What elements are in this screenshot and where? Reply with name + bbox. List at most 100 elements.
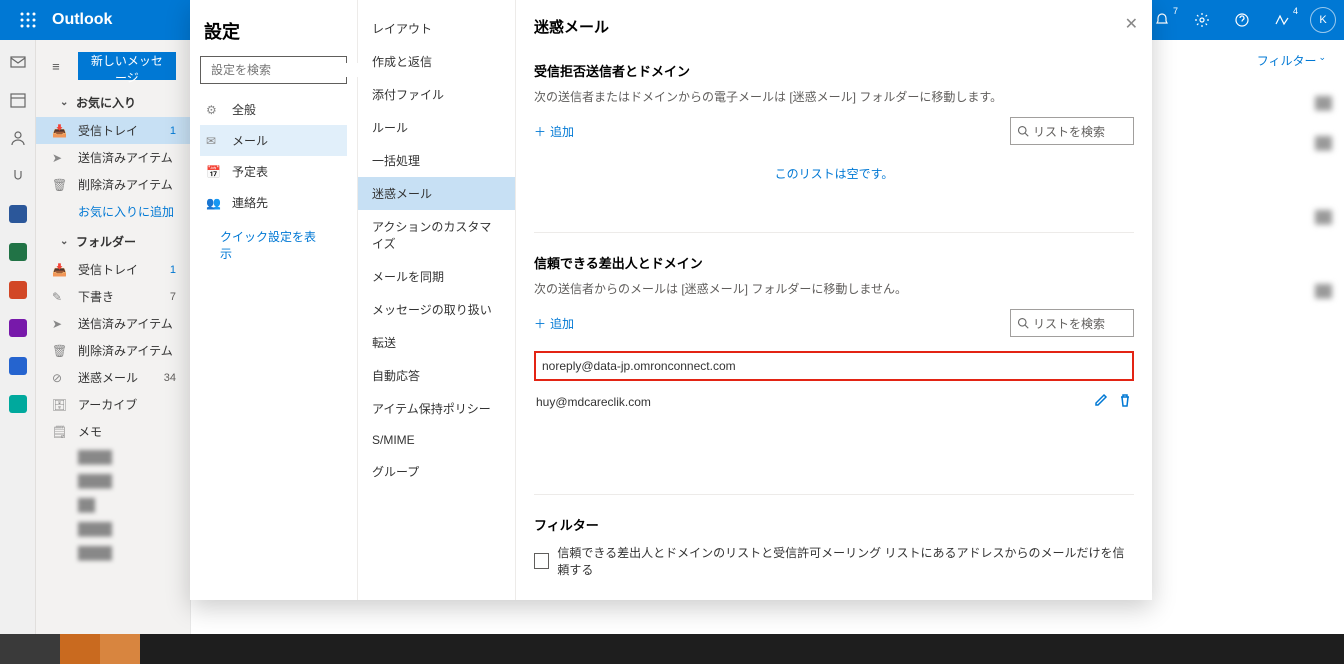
folder-sent[interactable]: ➤送信済みアイテム (36, 144, 190, 171)
folder-label: 削除済みアイテム (78, 342, 173, 359)
plus-icon: ＋ (534, 315, 546, 332)
safe-senders-desc: 次の送信者からのメールは [迷惑メール] フォルダーに移動しません。 (534, 280, 1134, 297)
sub-junk[interactable]: 迷惑メール (358, 177, 515, 210)
folder-item[interactable]: 🗑削除済みアイテム (36, 337, 190, 364)
blocked-search[interactable]: リストを検索 (1010, 117, 1134, 145)
blurred-folder: ████ (36, 445, 190, 469)
sub-groups[interactable]: グループ (358, 455, 515, 488)
separator (534, 232, 1134, 233)
settings-search-input[interactable] (211, 63, 366, 77)
sub-compose[interactable]: 作成と返信 (358, 45, 515, 78)
settings-panel: ✕ 迷惑メール 受信拒否送信者とドメイン 次の送信者またはドメインからの電子メー… (516, 0, 1152, 600)
settings-categories: 設定 ⚙全般 ✉メール 📅予定表 👥連絡先 クイック設定を表示 (190, 0, 358, 600)
taskbar (0, 634, 1344, 664)
settings-icon[interactable] (1184, 0, 1220, 40)
folder-pane: ≡ 新しいメッセージ ⌄お気に入り 📥受信トレイ1 ➤送信済みアイテム 🗑削除済… (36, 40, 191, 664)
todo-rail-icon[interactable] (8, 356, 28, 376)
folder-inbox[interactable]: 📥受信トレイ1 (36, 117, 190, 144)
folder-label: 受信トレイ (78, 122, 138, 139)
filter-option-label: 信頼できる差出人とドメインのリストと受信許可メーリング リストにあるアドレスから… (557, 544, 1134, 578)
settings-search[interactable] (200, 56, 347, 84)
people-rail-icon[interactable] (8, 128, 28, 148)
word-rail-icon[interactable] (8, 204, 28, 224)
checkbox[interactable] (534, 553, 549, 569)
blurred-folder: ██ (36, 493, 190, 517)
blurred-folder: ████ (36, 469, 190, 493)
safe-sender-input-row (534, 351, 1134, 381)
folder-item[interactable]: 🗒メモ (36, 418, 190, 445)
folders-section-label: フォルダー (76, 233, 136, 250)
add-favorite-link[interactable]: お気に入りに追加 (36, 198, 190, 225)
safe-senders-heading: 信頼できる差出人とドメイン (534, 253, 1134, 272)
mail-rail-icon[interactable] (8, 52, 28, 72)
category-people[interactable]: 👥連絡先 (200, 187, 347, 218)
safe-sender-item: huy@mdcareclik.com (534, 389, 1134, 414)
sub-message-handling[interactable]: メッセージの取り扱い (358, 293, 515, 326)
sub-forwarding[interactable]: 転送 (358, 326, 515, 359)
folder-item[interactable]: ➤送信済みアイテム (36, 310, 190, 337)
bell-badge: 7 (1173, 6, 1178, 16)
search-icon (1017, 125, 1029, 137)
files-rail-icon[interactable] (8, 166, 28, 186)
folder-item[interactable]: 📥受信トレイ1 (36, 256, 190, 283)
app-launcher[interactable] (8, 0, 48, 40)
blocked-senders-heading: 受信拒否送信者とドメイン (534, 61, 1134, 80)
folder-label: 迷惑メール (78, 369, 138, 386)
plus-icon: ＋ (534, 123, 546, 140)
user-avatar[interactable]: K (1310, 7, 1336, 33)
sub-customize-actions[interactable]: アクションのカスタマイズ (358, 210, 515, 260)
activity-icon[interactable]: 4 (1264, 0, 1300, 40)
search-icon (1017, 317, 1029, 329)
sub-layout[interactable]: レイアウト (358, 12, 515, 45)
onenote-rail-icon[interactable] (8, 318, 28, 338)
add-fav-label: お気に入りに追加 (78, 203, 174, 220)
quick-settings-link[interactable]: クイック設定を表示 (200, 218, 347, 272)
category-general[interactable]: ⚙全般 (200, 94, 347, 125)
app-rail (0, 40, 36, 664)
sub-attachments[interactable]: 添付ファイル (358, 78, 515, 111)
safe-search[interactable]: リストを検索 (1010, 309, 1134, 337)
favorites-section[interactable]: ⌄お気に入り (36, 86, 190, 117)
folder-item[interactable]: 🗄アーカイブ (36, 391, 190, 418)
folder-deleted[interactable]: 🗑削除済みアイテム (36, 171, 190, 198)
activity-badge: 4 (1293, 6, 1298, 16)
bookings-rail-icon[interactable] (8, 394, 28, 414)
safe-sender-input[interactable] (542, 359, 1126, 373)
folder-label: 送信済みアイテム (78, 149, 173, 166)
folder-label: 送信済みアイテム (78, 315, 173, 332)
add-safe-button[interactable]: ＋追加 (534, 315, 574, 332)
folder-count: 1 (170, 125, 176, 137)
app-name: Outlook (52, 11, 112, 29)
folder-item[interactable]: ⊘迷惑メール34 (36, 364, 190, 391)
safe-sender-email: huy@mdcareclik.com (536, 395, 651, 409)
folder-label: メモ (78, 423, 102, 440)
category-mail[interactable]: ✉メール (200, 125, 347, 156)
folders-section[interactable]: ⌄フォルダー (36, 225, 190, 256)
sub-smime[interactable]: S/MIME (358, 425, 515, 455)
add-blocked-button[interactable]: ＋追加 (534, 123, 574, 140)
sub-retention[interactable]: アイテム保持ポリシー (358, 392, 515, 425)
separator (534, 494, 1134, 495)
folder-label: 削除済みアイテム (78, 176, 173, 193)
excel-rail-icon[interactable] (8, 242, 28, 262)
edit-icon[interactable] (1094, 393, 1108, 410)
filter-option-1[interactable]: 信頼できる差出人とドメインのリストと受信許可メーリング リストにあるアドレスから… (534, 544, 1134, 578)
sub-sweep[interactable]: 一括処理 (358, 144, 515, 177)
panel-title: 迷惑メール (534, 16, 1134, 37)
sub-sync[interactable]: メールを同期 (358, 260, 515, 293)
folder-label: 下書き (78, 288, 114, 305)
settings-modal: 設定 ⚙全般 ✉メール 📅予定表 👥連絡先 クイック設定を表示 レイアウト 作成… (190, 0, 1152, 600)
delete-icon[interactable] (1118, 393, 1132, 410)
category-calendar[interactable]: 📅予定表 (200, 156, 347, 187)
sub-auto-reply[interactable]: 自動応答 (358, 359, 515, 392)
filter-heading: フィルター (534, 515, 1134, 534)
sub-rules[interactable]: ルール (358, 111, 515, 144)
powerpoint-rail-icon[interactable] (8, 280, 28, 300)
calendar-rail-icon[interactable] (8, 90, 28, 110)
hamburger-button[interactable]: ≡ (42, 50, 70, 82)
new-message-button[interactable]: 新しいメッセージ (78, 52, 176, 80)
close-button[interactable]: ✕ (1125, 14, 1138, 34)
folder-item[interactable]: ✎下書き7 (36, 283, 190, 310)
help-icon[interactable] (1224, 0, 1260, 40)
settings-subcategories: レイアウト 作成と返信 添付ファイル ルール 一括処理 迷惑メール アクションの… (358, 0, 516, 600)
